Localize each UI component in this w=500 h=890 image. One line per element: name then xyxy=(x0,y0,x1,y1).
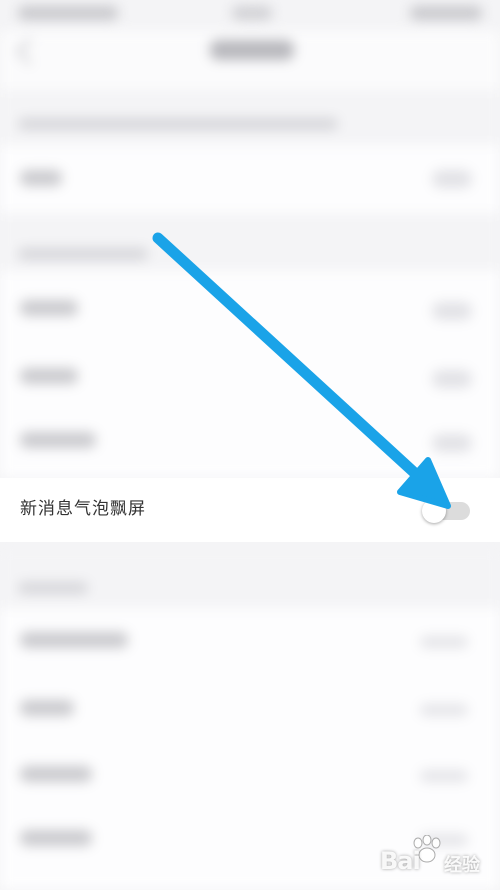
watermark-brand: Bai xyxy=(380,847,421,875)
annotation-arrow-icon xyxy=(152,232,451,509)
watermark-suffix: 经验 xyxy=(444,855,480,876)
settings-screen: 新消息气泡飘屏 Bai 经验 xyxy=(0,0,500,890)
baidu-watermark: Bai 经验 xyxy=(378,835,494,885)
arrow-shaft xyxy=(152,232,424,482)
